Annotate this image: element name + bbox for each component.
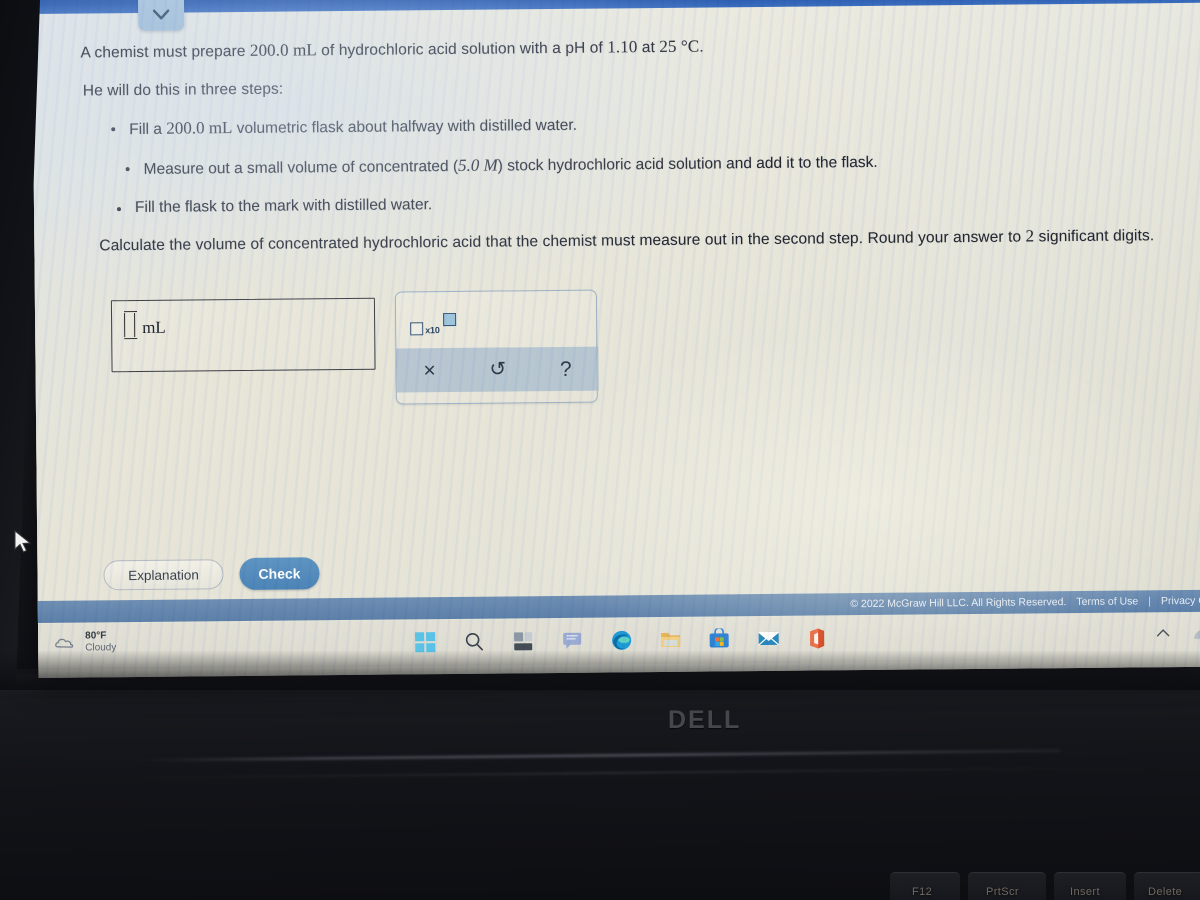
dell-brand-logo: DELL: [668, 706, 742, 734]
chevron-up-icon[interactable]: [1156, 625, 1170, 640]
step-1-text: Fill a 200.0 mL volumetric flask about h…: [129, 115, 577, 139]
step-3-text: Fill the flask to the mark with distille…: [134, 196, 433, 217]
explanation-button[interactable]: Explanation: [103, 559, 224, 591]
search-icon[interactable]: [463, 631, 487, 655]
math-toolbar-panel: x10 × ↺ ?: [394, 289, 599, 405]
question-sig-digits: 2: [1025, 226, 1035, 246]
answer-unit-label: mL: [142, 317, 166, 337]
privacy-center-link[interactable]: Privacy Center: [1161, 595, 1200, 608]
terms-of-use-link[interactable]: Terms of Use: [1076, 595, 1138, 608]
key-delete[interactable]: Delete: [1148, 886, 1182, 898]
check-button[interactable]: Check: [239, 557, 320, 591]
step-1-post: volumetric flask about halfway with dist…: [232, 116, 578, 138]
step-2-quantity: 5.0 M: [457, 155, 498, 175]
statement-ph: 1.10: [607, 37, 638, 57]
key-prtscr[interactable]: PrtScr: [986, 886, 1019, 898]
office-icon[interactable]: [806, 627, 830, 651]
screen-content: A chemist must prepare 200.0 mL of hydro…: [32, 0, 1200, 678]
steps-list: Fill a 200.0 mL volumetric flask about h…: [111, 109, 1200, 240]
problem-statement-line-1: A chemist must prepare 200.0 mL of hydro…: [80, 36, 703, 65]
key-f12[interactable]: F12: [912, 886, 932, 898]
bullet-icon: [116, 207, 122, 212]
clear-icon[interactable]: ×: [423, 359, 435, 382]
mouse-cursor: [14, 529, 34, 561]
statement-temperature: 25 °C: [659, 36, 700, 56]
system-tray: [1156, 625, 1200, 641]
statement-volume: 200.0 mL: [249, 40, 317, 60]
step-1-quantity: 200.0 mL: [166, 118, 233, 138]
windows-start-icon[interactable]: [414, 631, 438, 655]
statement-part-a: A chemist must prepare: [80, 42, 251, 62]
cloud-icon[interactable]: [1192, 626, 1200, 639]
microsoft-store-icon[interactable]: [708, 627, 732, 652]
step-2-post: ) stock hydrochloric acid solution and a…: [497, 153, 878, 175]
scientific-notation-button[interactable]: x10: [410, 312, 462, 340]
keyboard-row: F12 PrtScr Insert Delete: [0, 854, 1200, 900]
screenshot-root: DELL F12 PrtScr Insert Delete A chemist …: [0, 0, 1200, 900]
mail-icon[interactable]: [757, 628, 781, 652]
math-toolbar-actions: × ↺ ?: [396, 346, 599, 393]
footer-separator: |: [1148, 595, 1152, 608]
undo-icon[interactable]: ↺: [489, 358, 506, 380]
text-cursor-icon: [124, 313, 136, 338]
statement-part-b: of hydrochloric acid solution with a pH …: [316, 39, 608, 60]
step-1-pre: Fill a: [129, 120, 167, 139]
task-view-icon[interactable]: [512, 630, 536, 654]
problem-statement-line-2: He will do this in three steps:: [82, 80, 284, 100]
key-insert[interactable]: Insert: [1070, 886, 1100, 898]
question-part-a: Calculate the volume of concentrated hyd…: [99, 228, 1026, 255]
bullet-icon: [111, 127, 116, 132]
file-explorer-icon[interactable]: [659, 629, 683, 653]
bullet-icon: [125, 167, 130, 172]
statement-part-d: .: [699, 38, 704, 56]
mantissa-placeholder-icon: [410, 322, 424, 336]
problem-content: A chemist must prepare 200.0 mL of hydro…: [32, 0, 1200, 630]
question-part-b: significant digits.: [1034, 227, 1155, 246]
scientific-notation-label: x10: [425, 325, 440, 336]
step-2-pre: Measure out a small volume of concentrat…: [143, 157, 459, 178]
exponent-placeholder-icon: [443, 312, 457, 327]
help-icon[interactable]: ?: [560, 357, 572, 380]
laptop-screen: A chemist must prepare 200.0 mL of hydro…: [32, 0, 1200, 678]
copyright-text: © 2022 McGraw Hill LLC. All Rights Reser…: [850, 596, 1067, 611]
statement-part-c: at: [637, 38, 660, 57]
edge-browser-icon[interactable]: [610, 629, 634, 653]
answer-input[interactable]: mL: [110, 297, 376, 373]
chat-icon[interactable]: [561, 630, 585, 654]
